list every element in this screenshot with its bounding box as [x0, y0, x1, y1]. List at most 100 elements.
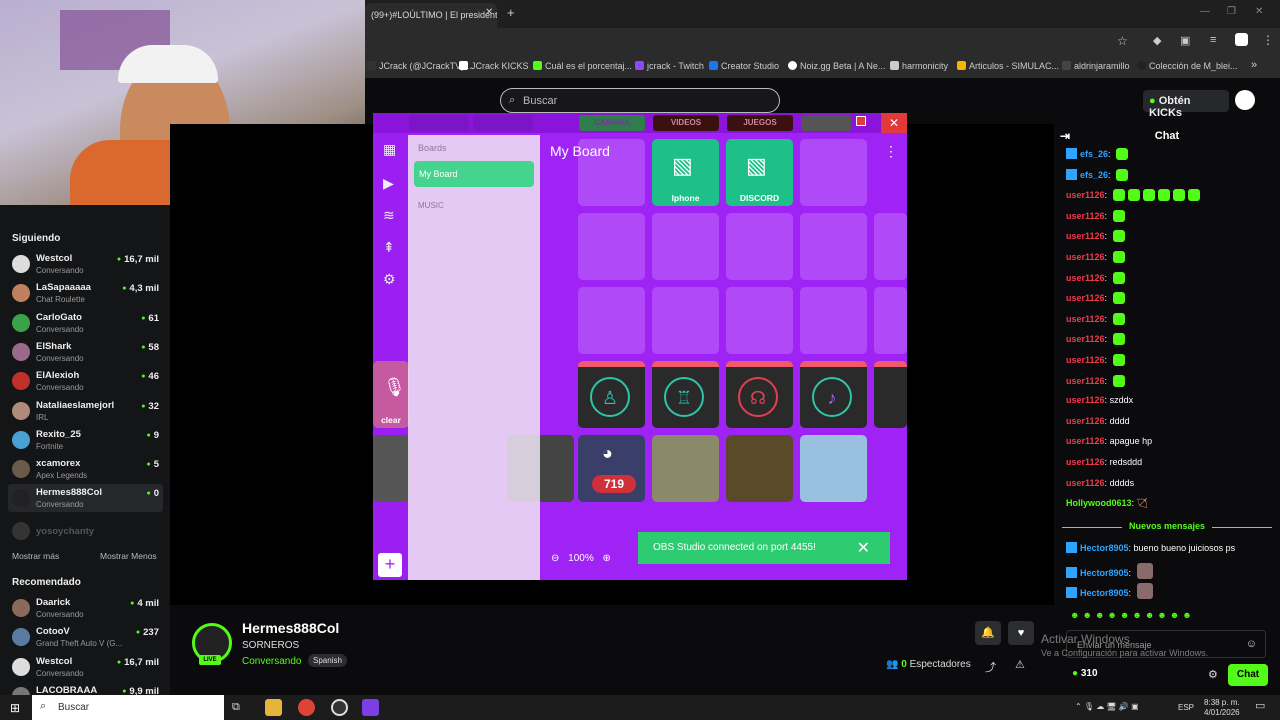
chat-username[interactable]: user1126: [1066, 416, 1105, 426]
stream-category[interactable]: Conversando: [242, 656, 301, 667]
soundboard-app-icon[interactable]: [362, 699, 379, 716]
chat-username[interactable]: user1126: [1066, 211, 1105, 221]
channel-name[interactable]: Hermes888Col: [242, 620, 339, 636]
offline-channel[interactable]: yosoychanty: [8, 517, 163, 545]
minimize-icon[interactable]: —: [1200, 6, 1210, 17]
chat-username[interactable]: Hollywood0613: [1066, 498, 1132, 508]
deck-cell[interactable]: [874, 213, 907, 280]
chat-username[interactable]: user1126: [1066, 457, 1105, 467]
zoom-in-icon[interactable]: ⊕: [603, 553, 611, 564]
chat-username[interactable]: user1126: [1066, 334, 1105, 344]
sound-button[interactable]: ♪: [800, 361, 867, 428]
chat-username[interactable]: user1126: [1066, 395, 1105, 405]
deck-cell[interactable]: [800, 287, 867, 354]
file-explorer-icon[interactable]: [265, 699, 282, 716]
profile-icon[interactable]: [1235, 33, 1248, 46]
sound-button[interactable]: [874, 361, 907, 428]
sound-button[interactable]: ☊: [726, 361, 793, 428]
language-tag[interactable]: Spanish: [308, 654, 347, 667]
chat-username[interactable]: user1126: [1066, 273, 1105, 283]
sidebar-channel-row[interactable]: Daarick Conversando 4 mil: [8, 594, 163, 622]
maximize-icon[interactable]: ❐: [1227, 6, 1236, 17]
bookmark[interactable]: jcrack - Twitch: [635, 61, 704, 71]
emote-bar[interactable]: ☻☻☻☻☻☻☻☻☻☻: [1070, 610, 1195, 620]
menu-dots-icon[interactable]: ⋮: [1262, 33, 1274, 47]
video-cell[interactable]: [652, 435, 719, 502]
discord-video-cell[interactable]: ◕ 719: [578, 435, 645, 502]
puzzle-icon[interactable]: ▣: [1180, 34, 1190, 47]
heart-icon[interactable]: ♥: [1008, 621, 1034, 645]
deck-cell[interactable]: [652, 213, 719, 280]
show-less-link[interactable]: Mostrar Menos: [100, 551, 157, 561]
chat-username[interactable]: user1126: [1066, 293, 1105, 303]
chat-username[interactable]: Hector8905: [1080, 568, 1129, 578]
sidebar-channel-row[interactable]: ElSharkConversando 58: [8, 338, 163, 366]
emoji-icon[interactable]: ☺: [1246, 638, 1257, 650]
chat-username[interactable]: user1126: [1066, 355, 1105, 365]
top-cell[interactable]: [409, 115, 469, 131]
star-icon[interactable]: ☆: [1117, 34, 1128, 48]
video-cell[interactable]: [800, 435, 867, 502]
video-cell[interactable]: [373, 435, 409, 502]
tray-icons[interactable]: ⌃ 🎙 ☁ 🖥 🔊 ▣: [1075, 702, 1139, 712]
sidebar-channel-row[interactable]: xcamorexApex Legends 5: [8, 455, 163, 483]
deck-cell[interactable]: [800, 213, 867, 280]
settings-icon[interactable]: ⚙: [383, 271, 396, 288]
media-icon[interactable]: ≡: [1210, 34, 1216, 46]
zoom-out-icon[interactable]: ⊖: [551, 553, 559, 564]
kicks-balance[interactable]: ● 310: [1072, 668, 1098, 679]
language-indicator[interactable]: ESP: [1178, 703, 1194, 713]
sidebar-channel-row[interactable]: Rexito_25Fortnite 9: [8, 426, 163, 454]
toast-close-icon[interactable]: ✕: [857, 538, 870, 558]
sidebar-channel-row[interactable]: CarloGatoConversando 61: [8, 309, 163, 337]
deck-menu-icon[interactable]: ⋮: [884, 143, 898, 160]
windows-start-icon[interactable]: ⊞: [10, 701, 20, 715]
clear-button[interactable]: 🎙 clear: [373, 361, 409, 428]
sidebar-channel-row[interactable]: WestcolConversando16,7 mil: [8, 250, 163, 278]
tab-close-icon[interactable]: ✕: [485, 7, 493, 18]
bookmark[interactable]: harmonicity: [890, 61, 948, 71]
top-cell[interactable]: [801, 115, 851, 131]
extension-icon[interactable]: ◆: [1153, 34, 1161, 47]
sidebar-channel-row[interactable]: CotooVGrand Theft Auto V (G... 237: [8, 623, 163, 651]
obs-icon[interactable]: [331, 699, 348, 716]
discord-button[interactable]: ▧ DISCORD: [726, 139, 793, 206]
top-cell[interactable]: CAMARA: [579, 115, 645, 131]
bookmark[interactable]: aldrinjaramillo: [1062, 61, 1130, 71]
collapse-chat-icon[interactable]: ⇥: [1060, 124, 1070, 148]
deck-cell[interactable]: [578, 287, 645, 354]
chat-settings-icon[interactable]: ⚙: [1208, 668, 1218, 681]
sound-button[interactable]: ♖: [652, 361, 719, 428]
chat-username[interactable]: user1126: [1066, 314, 1105, 324]
chat-username[interactable]: user1126: [1066, 436, 1105, 446]
bookmark[interactable]: Cuál es el porcentaj...: [533, 61, 632, 71]
taskbar-search[interactable]: ⌕ Buscar: [32, 695, 224, 720]
sidebar-channel-row[interactable]: LaSapaaaaaChat Roulette 4,3 mil: [8, 279, 163, 307]
user-avatar[interactable]: [1235, 90, 1255, 110]
usb-icon[interactable]: ⇞: [383, 239, 395, 256]
sidebar-channel-row[interactable]: ElAlexiohConversando 46: [8, 367, 163, 395]
board-item-music[interactable]: MUSIC: [418, 201, 444, 210]
browser-tab[interactable]: (99+)#LOÚLTIMO | El presidente: [365, 3, 497, 28]
restore-icon[interactable]: [856, 116, 866, 126]
bell-icon[interactable]: 🔔: [975, 621, 1001, 645]
iphone-button[interactable]: ▧ Iphone: [652, 139, 719, 206]
bookmark[interactable]: JCrack (@JCrackTV)...: [367, 61, 472, 71]
deck-cell[interactable]: [726, 287, 793, 354]
top-cell[interactable]: JUEGOS: [727, 115, 793, 131]
bookmark[interactable]: Noiz.gg Beta | A Ne...: [788, 61, 885, 71]
chat-username[interactable]: user1126: [1066, 252, 1105, 262]
chrome-icon[interactable]: [298, 699, 315, 716]
bookmark[interactable]: Creator Studio: [709, 61, 779, 71]
more-bookmarks-icon[interactable]: »: [1251, 59, 1257, 71]
sidebar-channel-row[interactable]: Hermes888ColConversando 0: [8, 484, 163, 513]
notifications-icon[interactable]: ▭: [1255, 701, 1265, 712]
bookmark[interactable]: JCrack KICKS: [459, 61, 529, 71]
chat-username[interactable]: user1126: [1066, 376, 1105, 386]
deck-cell[interactable]: [652, 287, 719, 354]
board-item-my-board[interactable]: My Board: [414, 161, 534, 187]
video-cell[interactable]: [726, 435, 793, 502]
sidebar-channel-row[interactable]: WestcolConversando16,7 mil: [8, 653, 163, 681]
window-close-icon[interactable]: ✕: [1255, 6, 1263, 17]
play-icon[interactable]: ▶: [383, 175, 394, 192]
